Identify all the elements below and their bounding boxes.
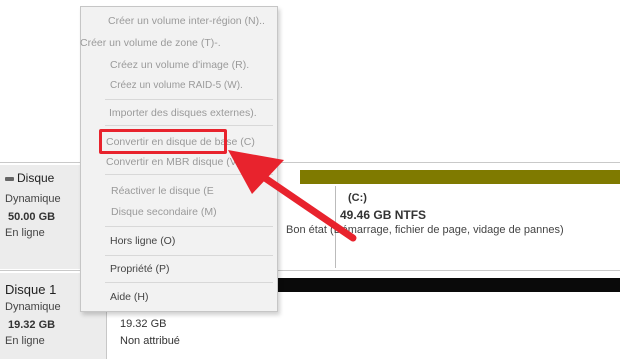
disk-icon bbox=[5, 176, 14, 181]
menu-separator bbox=[105, 226, 273, 227]
disk-0-size: 50.00 GB bbox=[8, 211, 56, 223]
menu-separator bbox=[105, 255, 273, 256]
menu-separator bbox=[105, 174, 273, 175]
menu-item-help[interactable]: Aide (H) bbox=[110, 291, 149, 303]
menu-item-create-mirrored[interactable]: Créez un volume d'image (R). bbox=[110, 59, 249, 71]
menu-separator bbox=[105, 99, 273, 100]
menu-item-convert-basic[interactable]: Convertir en disque de base (C) bbox=[106, 136, 255, 148]
volume-c-letter: (C:) bbox=[348, 192, 367, 204]
disk-1-state: En ligne bbox=[5, 335, 45, 347]
disk-0-name: Disque bbox=[5, 171, 54, 185]
menu-item-offline[interactable]: Hors ligne (O) bbox=[110, 235, 175, 247]
unallocated-state: Non attribué bbox=[120, 335, 180, 347]
menu-item-properties[interactable]: Propriété (P) bbox=[110, 263, 170, 275]
disk-1-name: Disque 1 bbox=[5, 282, 57, 297]
volume-c-size: 49.46 GB NTFS bbox=[340, 208, 427, 222]
unallocated-size: 19.32 GB bbox=[120, 318, 167, 330]
disk-0-name-text: Disque bbox=[17, 171, 55, 185]
menu-item-reactivate[interactable]: Réactiver le disque (E bbox=[111, 185, 214, 197]
menu-item-create-raid5[interactable]: Créez un volume RAID-5 (W). bbox=[110, 80, 243, 91]
disk-1-type: Dynamique bbox=[5, 301, 61, 313]
menu-item-create-spanned[interactable]: Créer un volume inter-région (N).. bbox=[108, 15, 265, 27]
volume-c-bar bbox=[300, 170, 620, 184]
context-menu: Créer un volume inter-région (N).. Créer… bbox=[80, 6, 278, 312]
menu-item-import-foreign[interactable]: Importer des disques externes). bbox=[109, 107, 257, 119]
menu-item-secondary[interactable]: Disque secondaire (M) bbox=[111, 206, 217, 218]
menu-separator bbox=[105, 125, 273, 126]
volume-c-status: Bon état (Démarrage, fichier de page, vi… bbox=[286, 224, 564, 236]
disk-0-type: Dynamique bbox=[5, 193, 61, 205]
menu-separator bbox=[105, 282, 273, 283]
menu-item-convert-mbr[interactable]: Convertir en MBR disque (V) bbox=[106, 156, 240, 168]
menu-item-create-striped[interactable]: Créer un volume de zone (T)-. bbox=[80, 37, 221, 49]
disk-1-size: 19.32 GB bbox=[8, 319, 56, 331]
disk-0-state: En ligne bbox=[5, 227, 45, 239]
